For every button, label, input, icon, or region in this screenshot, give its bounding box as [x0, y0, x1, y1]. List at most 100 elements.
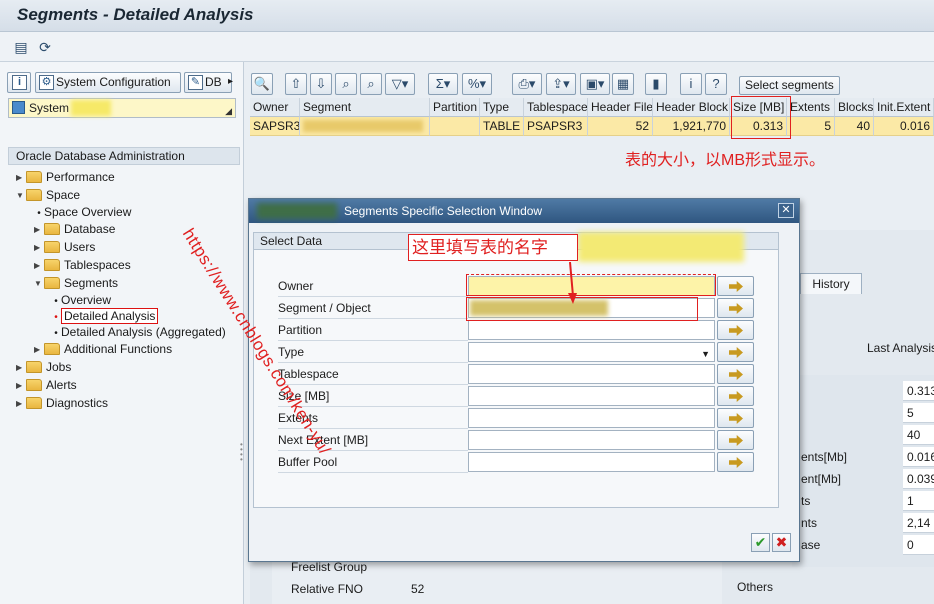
arrow-right-icon	[729, 369, 743, 380]
column-header-type[interactable]: Type	[480, 98, 524, 117]
tree-node-jobs[interactable]: ▶ Jobs	[16, 358, 71, 376]
extents-multiselect-button[interactable]	[717, 408, 754, 428]
select-segments-button[interactable]: Select segments	[739, 76, 840, 95]
tree-node-space[interactable]: ▼ Space	[16, 186, 80, 204]
tree-node-alerts[interactable]: ▶ Alerts	[16, 376, 77, 394]
dialog-title-bar: Segments Specific Selection Window ✕	[249, 199, 799, 223]
tree-node-detailed-analysis-aggregated[interactable]: • Detailed Analysis (Aggregated)	[51, 323, 226, 341]
cell-init-extent[interactable]: 0.016	[874, 117, 934, 136]
tree-node-performance[interactable]: ▶ Performance	[16, 168, 115, 186]
cell-segment[interactable]	[300, 117, 430, 136]
zoom-icon[interactable]: 🔍	[251, 73, 273, 95]
system-selector[interactable]: System ◢	[8, 98, 236, 118]
cell-header-file[interactable]: 52	[588, 117, 653, 136]
chart-icon[interactable]: ▮	[645, 73, 667, 95]
tablespace-multiselect-button[interactable]	[717, 364, 754, 384]
tree-node-database[interactable]: ▶ Database	[34, 220, 115, 238]
column-header-owner[interactable]: Owner	[250, 98, 300, 117]
tab-history[interactable]: History	[800, 273, 862, 294]
expand-arrow-icon[interactable]: ▶	[16, 359, 26, 377]
arrow-right-icon	[729, 457, 743, 468]
expand-arrow-icon[interactable]: ▶	[34, 257, 44, 275]
collapse-arrow-icon[interactable]: ▼	[16, 187, 26, 205]
folder-icon	[26, 379, 42, 391]
size-multiselect-button[interactable]	[717, 386, 754, 406]
db-button[interactable]: ✎ DB	[184, 72, 232, 93]
column-header-blocks[interactable]: Blocks	[835, 98, 874, 117]
tree-node-diagnostics[interactable]: ▶ Diagnostics	[16, 394, 108, 412]
dropdown-arrow-icon[interactable]: ◢	[225, 102, 232, 120]
grid-icon[interactable]: ▦	[612, 73, 634, 95]
chevron-down-icon[interactable]: ▼	[701, 345, 710, 363]
tree-node-users[interactable]: ▶ Users	[34, 238, 95, 256]
layout-icon[interactable]: ▤	[12, 38, 30, 56]
cell-blocks[interactable]: 40	[835, 117, 874, 136]
refresh-icon[interactable]: ⟳	[36, 38, 54, 56]
sort-descending-icon[interactable]: ⇩	[310, 73, 332, 95]
column-header-extents[interactable]: Extents	[787, 98, 835, 117]
column-header-segment[interactable]: Segment	[300, 98, 430, 117]
subtotal-icon[interactable]: %▾	[462, 73, 492, 95]
owner-multiselect-button[interactable]	[717, 276, 754, 296]
tree-node-tablespaces[interactable]: ▶ Tablespaces	[34, 256, 131, 274]
column-header-partition[interactable]: Partition	[430, 98, 480, 117]
partition-input[interactable]	[468, 320, 715, 340]
extents-input[interactable]	[468, 408, 715, 428]
detail-value: 40	[903, 425, 934, 445]
expand-arrow-icon[interactable]: ▶	[34, 221, 44, 239]
checkmark-icon: ✔	[754, 534, 767, 550]
cell-owner[interactable]: SAPSR3	[250, 117, 300, 136]
tree-node-additional-functions[interactable]: ▶ Additional Functions	[34, 340, 172, 358]
cell-extents[interactable]: 5	[787, 117, 835, 136]
find-icon[interactable]: ⌕	[335, 73, 357, 95]
tablespace-input[interactable]	[468, 364, 715, 384]
detail-value: 0.313	[903, 381, 934, 401]
buffer-pool-label: Buffer Pool	[278, 452, 468, 473]
expand-arrow-icon[interactable]: ▶	[16, 377, 26, 395]
sort-ascending-icon[interactable]: ⇧	[285, 73, 307, 95]
column-header-tablespace[interactable]: Tablespace	[524, 98, 588, 117]
export-icon[interactable]: ⇪▾	[546, 73, 576, 95]
annotation-arrow-icon	[568, 262, 577, 304]
more-arrow-icon[interactable]: ▸	[228, 76, 233, 87]
type-select[interactable]: ▼	[468, 342, 715, 362]
filter-icon[interactable]: ▽▾	[385, 73, 415, 95]
cell-type[interactable]: TABLE	[480, 117, 524, 136]
segment-multiselect-button[interactable]	[717, 298, 754, 318]
info-button[interactable]: i	[7, 72, 31, 93]
system-configuration-button[interactable]: ⚙ System Configuration	[35, 72, 181, 93]
type-multiselect-button[interactable]	[717, 342, 754, 362]
buffer-pool-multiselect-button[interactable]	[717, 452, 754, 472]
expand-arrow-icon[interactable]: ▶	[34, 239, 44, 257]
column-header-header-file[interactable]: Header File	[588, 98, 653, 117]
find-next-icon[interactable]: ⌕	[360, 73, 382, 95]
views-icon[interactable]: ▣▾	[580, 73, 610, 95]
cell-header-block[interactable]: 1,921,770	[653, 117, 730, 136]
tree-node-segments[interactable]: ▼ Segments	[34, 274, 118, 292]
tree-node-space-overview[interactable]: • Space Overview	[34, 203, 131, 221]
collapse-arrow-icon[interactable]: ▼	[34, 275, 44, 293]
info-icon[interactable]: i	[680, 73, 702, 95]
expand-arrow-icon[interactable]: ▶	[34, 341, 44, 359]
sum-icon[interactable]: Σ▾	[428, 73, 458, 95]
cell-tablespace[interactable]: PSAPSR3	[524, 117, 588, 136]
arrow-right-icon	[729, 391, 743, 402]
column-header-init-extent[interactable]: Init.Extent	[874, 98, 934, 117]
buffer-pool-input[interactable]	[468, 452, 715, 472]
expand-arrow-icon[interactable]: ▶	[16, 395, 26, 413]
expand-arrow-icon[interactable]: ▶	[16, 169, 26, 187]
confirm-button[interactable]: ✔	[751, 533, 770, 552]
print-icon[interactable]: ⎙▾	[512, 73, 542, 95]
cell-partition[interactable]	[430, 117, 480, 136]
next-extent-multiselect-button[interactable]	[717, 430, 754, 450]
relative-fno-label: Relative FNO	[291, 582, 364, 596]
next-extent-input[interactable]	[468, 430, 715, 450]
owner-label: Owner	[278, 276, 468, 297]
close-icon[interactable]: ✕	[778, 203, 794, 218]
column-header-header-block[interactable]: Header Block	[653, 98, 730, 117]
help-icon[interactable]: ?	[705, 73, 727, 95]
size-input[interactable]	[468, 386, 715, 406]
partition-multiselect-button[interactable]	[717, 320, 754, 340]
pane-splitter-handle[interactable]: • • • •	[240, 441, 243, 464]
cancel-button[interactable]: ✖	[772, 533, 791, 552]
